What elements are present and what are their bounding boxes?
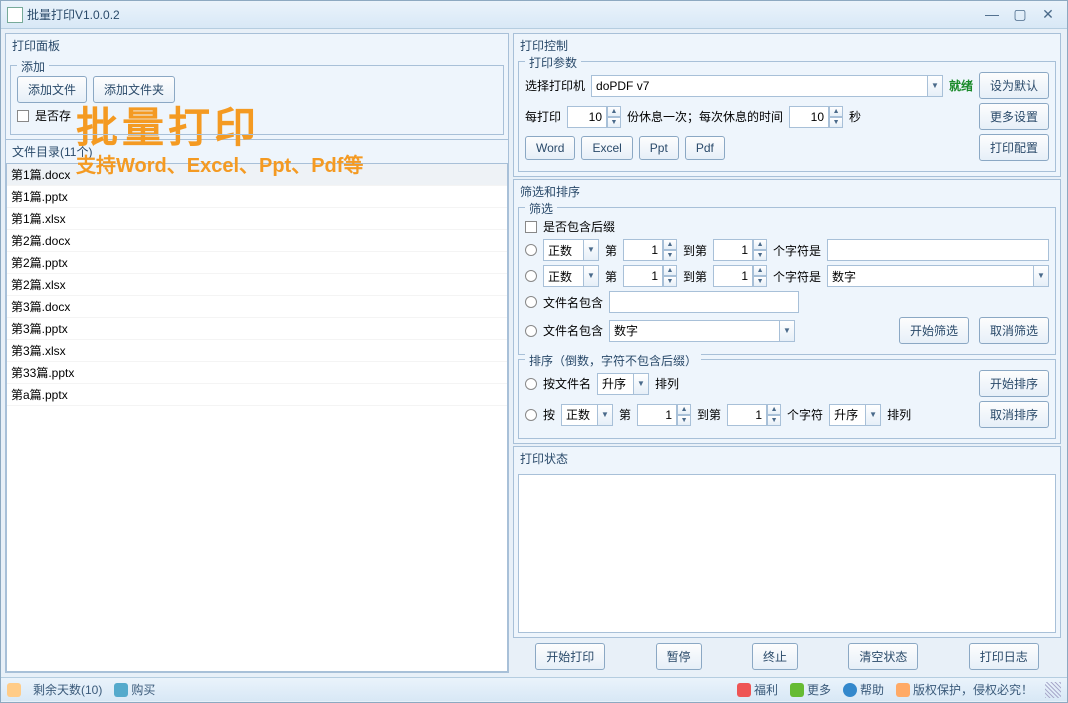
print-log-button[interactable]: 打印日志 xyxy=(969,643,1039,670)
resize-grip-icon[interactable] xyxy=(1045,682,1061,698)
print-control-title: 打印控制 xyxy=(514,34,1060,57)
excel-button[interactable]: Excel xyxy=(581,136,632,160)
char-input-1[interactable] xyxy=(827,239,1049,261)
pdf-button[interactable]: Pdf xyxy=(685,136,725,160)
file-row[interactable]: 第1篇.pptx xyxy=(7,186,507,208)
per-print-input[interactable] xyxy=(567,106,607,128)
days-remaining[interactable]: 剩余天数(10) xyxy=(33,681,102,698)
cancel-sort-button[interactable]: 取消排序 xyxy=(979,401,1049,428)
filter-sort-title: 筛选和排序 xyxy=(514,180,1060,203)
include-suffix-checkbox[interactable] xyxy=(525,221,537,233)
file-row[interactable]: 第33篇.pptx xyxy=(7,362,507,384)
rest-time-input[interactable] xyxy=(789,106,829,128)
add-section-title: 添加 xyxy=(17,58,49,75)
stop-button[interactable]: 终止 xyxy=(752,643,798,670)
app-icon xyxy=(7,7,23,23)
help-link[interactable]: 帮助 xyxy=(843,681,884,698)
print-param-title: 打印参数 xyxy=(525,54,581,71)
welfare-link[interactable]: 福利 xyxy=(737,681,778,698)
printer-select[interactable] xyxy=(591,75,927,97)
file-list[interactable]: 第1篇.docx第1篇.pptx第1篇.xlsx第2篇.docx第2篇.pptx… xyxy=(6,163,508,672)
sort-radio-2[interactable] xyxy=(525,409,537,421)
copyright-link[interactable]: 版权保护，侵权必究！ xyxy=(896,681,1033,698)
sort-radio-1[interactable] xyxy=(525,378,537,390)
minimize-button[interactable]: — xyxy=(979,6,1005,24)
file-row[interactable]: 第2篇.docx xyxy=(7,230,507,252)
is-save-label: 是否存 xyxy=(35,107,71,124)
file-row[interactable]: 第2篇.pptx xyxy=(7,252,507,274)
printer-dropdown-icon[interactable]: ▼ xyxy=(927,75,943,97)
filter-radio-3[interactable] xyxy=(525,296,537,308)
cancel-filter-button[interactable]: 取消筛选 xyxy=(979,317,1049,344)
file-row[interactable]: 第3篇.docx xyxy=(7,296,507,318)
is-save-checkbox[interactable] xyxy=(17,110,29,122)
pause-button[interactable]: 暂停 xyxy=(656,643,702,670)
print-status-title: 打印状态 xyxy=(514,447,1060,470)
filter-radio-4[interactable] xyxy=(525,325,537,337)
file-row[interactable]: 第3篇.pptx xyxy=(7,318,507,340)
clear-status-button[interactable]: 清空状态 xyxy=(848,643,918,670)
sort-title: 排序（倒数，字符不包含后缀） xyxy=(525,352,701,369)
window-title: 批量打印V1.0.0.2 xyxy=(27,6,977,23)
filter-radio-1[interactable] xyxy=(525,244,537,256)
start-print-button[interactable]: 开始打印 xyxy=(535,643,605,670)
file-row[interactable]: 第3篇.xlsx xyxy=(7,340,507,362)
per-print-label: 每打印 xyxy=(525,108,561,125)
set-default-button[interactable]: 设为默认 xyxy=(979,72,1049,99)
file-row[interactable]: 第2篇.xlsx xyxy=(7,274,507,296)
user-icon xyxy=(7,683,21,697)
word-button[interactable]: Word xyxy=(525,136,575,160)
printer-label: 选择打印机 xyxy=(525,77,585,94)
status-area xyxy=(518,474,1056,633)
file-row[interactable]: 第1篇.docx xyxy=(7,164,507,186)
name-contain-input[interactable] xyxy=(609,291,799,313)
maximize-button[interactable]: ▢ xyxy=(1007,6,1033,24)
filter-title: 筛选 xyxy=(525,200,557,217)
print-config-button[interactable]: 打印配置 xyxy=(979,134,1049,161)
print-panel-title: 打印面板 xyxy=(6,34,508,57)
start-sort-button[interactable]: 开始排序 xyxy=(979,370,1049,397)
start-filter-button[interactable]: 开始筛选 xyxy=(899,317,969,344)
more-settings-button[interactable]: 更多设置 xyxy=(979,103,1049,130)
more-link[interactable]: 更多 xyxy=(790,681,831,698)
buy-link[interactable]: 购买 xyxy=(114,681,155,698)
rest-label: 份休息一次；每次休息的时间 xyxy=(627,108,783,125)
sec-label: 秒 xyxy=(849,108,861,125)
add-folder-button[interactable]: 添加文件夹 xyxy=(93,76,175,103)
ppt-button[interactable]: Ppt xyxy=(639,136,679,160)
add-file-button[interactable]: 添加文件 xyxy=(17,76,87,103)
file-list-title: 文件目录(11个) xyxy=(6,139,508,163)
close-button[interactable]: ✕ xyxy=(1035,6,1061,24)
printer-status: 就绪 xyxy=(949,77,973,94)
filter-radio-2[interactable] xyxy=(525,270,537,282)
file-row[interactable]: 第a篇.pptx xyxy=(7,384,507,406)
file-row[interactable]: 第1篇.xlsx xyxy=(7,208,507,230)
